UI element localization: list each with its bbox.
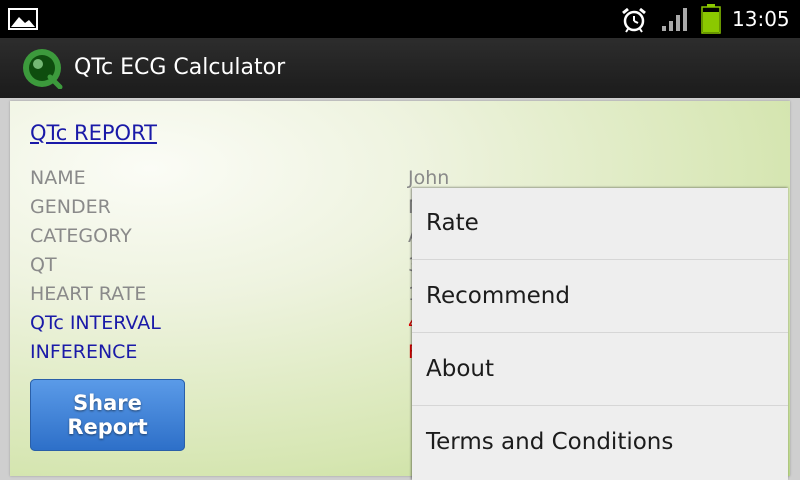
app-title: QTc ECG Calculator [74, 55, 286, 80]
name-label: NAME [30, 167, 86, 189]
share-report-button[interactable]: Share Report [30, 379, 185, 451]
clock-time: 13:05 [732, 7, 790, 31]
report-title[interactable]: QTc REPORT [30, 121, 157, 145]
menu-item-label: Terms and Conditions [426, 429, 674, 455]
alarm-icon [622, 7, 646, 33]
inference-label: INFERENCE [30, 341, 138, 363]
menu-item-about[interactable]: About [412, 334, 788, 406]
category-label: CATEGORY [30, 225, 132, 247]
qtc-interval-label: QTc INTERVAL [30, 312, 161, 334]
battery-icon [701, 4, 721, 34]
overflow-menu: Rate Recommend About Terms and Condition… [412, 188, 788, 480]
status-bar: 13:05 [0, 0, 800, 38]
qt-label: QT [30, 254, 57, 276]
gender-label: GENDER [30, 196, 111, 218]
action-bar: QTc ECG Calculator [0, 38, 800, 98]
gallery-icon [8, 8, 38, 30]
name-value: John [408, 167, 450, 189]
menu-item-rate[interactable]: Rate [412, 188, 788, 260]
menu-item-recommend[interactable]: Recommend [412, 261, 788, 333]
signal-icon [662, 8, 687, 31]
qtc-app-logo-icon[interactable] [20, 47, 64, 89]
heart-rate-label: HEART RATE [30, 283, 147, 305]
menu-item-label: Rate [426, 210, 479, 236]
menu-item-label: About [426, 356, 495, 382]
menu-item-terms[interactable]: Terms and Conditions [412, 407, 788, 479]
menu-item-label: Recommend [426, 283, 570, 309]
